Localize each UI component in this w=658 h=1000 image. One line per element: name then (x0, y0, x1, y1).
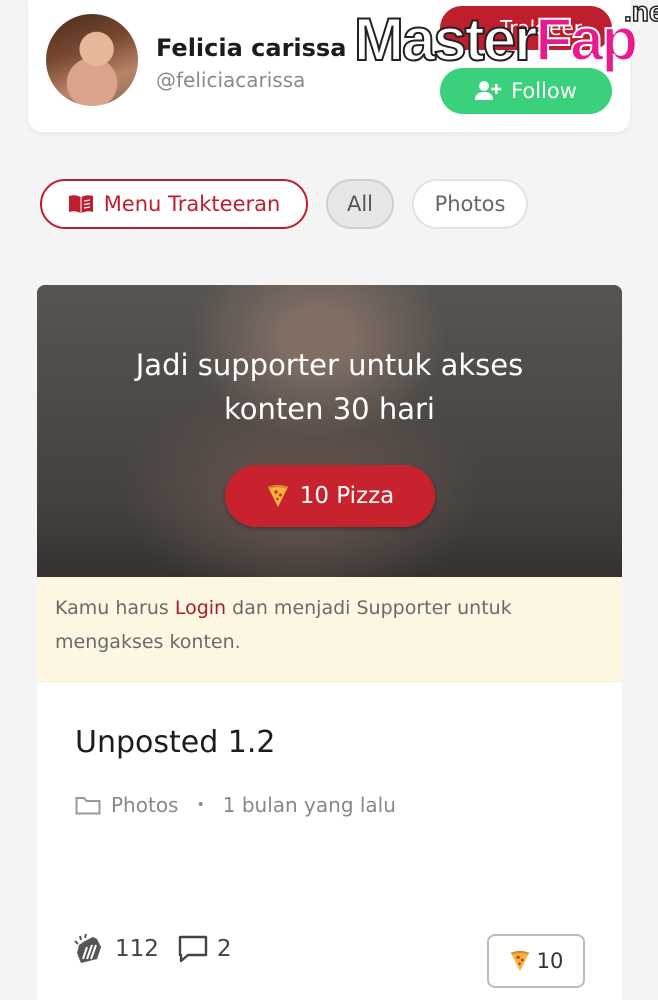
post-card: Jadi supporter untuk akses konten 30 har… (37, 285, 622, 1000)
post-meta: Photos • 1 bulan yang lalu (75, 793, 396, 817)
follow-label: Follow (511, 79, 577, 103)
locked-title: Jadi supporter untuk akses konten 30 har… (37, 343, 622, 431)
menu-trakteeran-button[interactable]: Menu Trakteeran (40, 179, 308, 229)
post-title[interactable]: Unposted 1.2 (75, 725, 276, 760)
locked-title-line2: konten 30 hari (224, 392, 435, 426)
post-time: 1 bulan yang lalu (222, 793, 396, 817)
comment-count: 2 (216, 936, 232, 962)
watermark-fap: Fap (534, 6, 639, 73)
menu-trakteeran-label: Menu Trakteeran (103, 192, 281, 216)
watermark-net: .net (623, 0, 658, 27)
tip-count: 10 (536, 949, 564, 973)
filter-row: Menu Trakteeran All Photos (40, 179, 528, 229)
clap-icon[interactable] (73, 933, 107, 965)
folder-icon (75, 797, 101, 815)
profile-name: Felicia carissa (156, 34, 347, 62)
pizza-label: 10 Pizza (299, 483, 395, 509)
profile-handle: @feliciacarissa (156, 68, 306, 92)
user-plus-icon (475, 81, 502, 100)
book-icon (68, 195, 93, 213)
watermark-master: Master (353, 6, 538, 73)
avatar[interactable] (46, 14, 138, 106)
like-count: 112 (115, 936, 159, 962)
comment-icon[interactable] (177, 934, 209, 964)
post-stats: 112 2 (73, 933, 232, 965)
locked-title-line1: Jadi supporter untuk akses (135, 348, 524, 382)
meta-separator: • (196, 797, 205, 813)
locked-preview: Jadi supporter untuk akses konten 30 har… (37, 285, 622, 577)
tip-button[interactable]: 10 (487, 934, 585, 988)
pizza-icon (267, 485, 288, 507)
follow-button[interactable]: Follow (440, 68, 612, 114)
notice-before: Kamu harus (55, 597, 175, 619)
login-notice: Kamu harus Login dan menjadi Supporter u… (37, 577, 622, 683)
post-category: Photos (111, 793, 179, 817)
login-link[interactable]: Login (175, 597, 226, 619)
watermark-logo: MasterFap .net (353, 0, 658, 71)
filter-photos-tab[interactable]: Photos (412, 179, 528, 229)
support-pizza-button[interactable]: 10 Pizza (225, 465, 435, 527)
filter-all-tab[interactable]: All (326, 179, 394, 229)
pizza-icon (510, 950, 529, 972)
